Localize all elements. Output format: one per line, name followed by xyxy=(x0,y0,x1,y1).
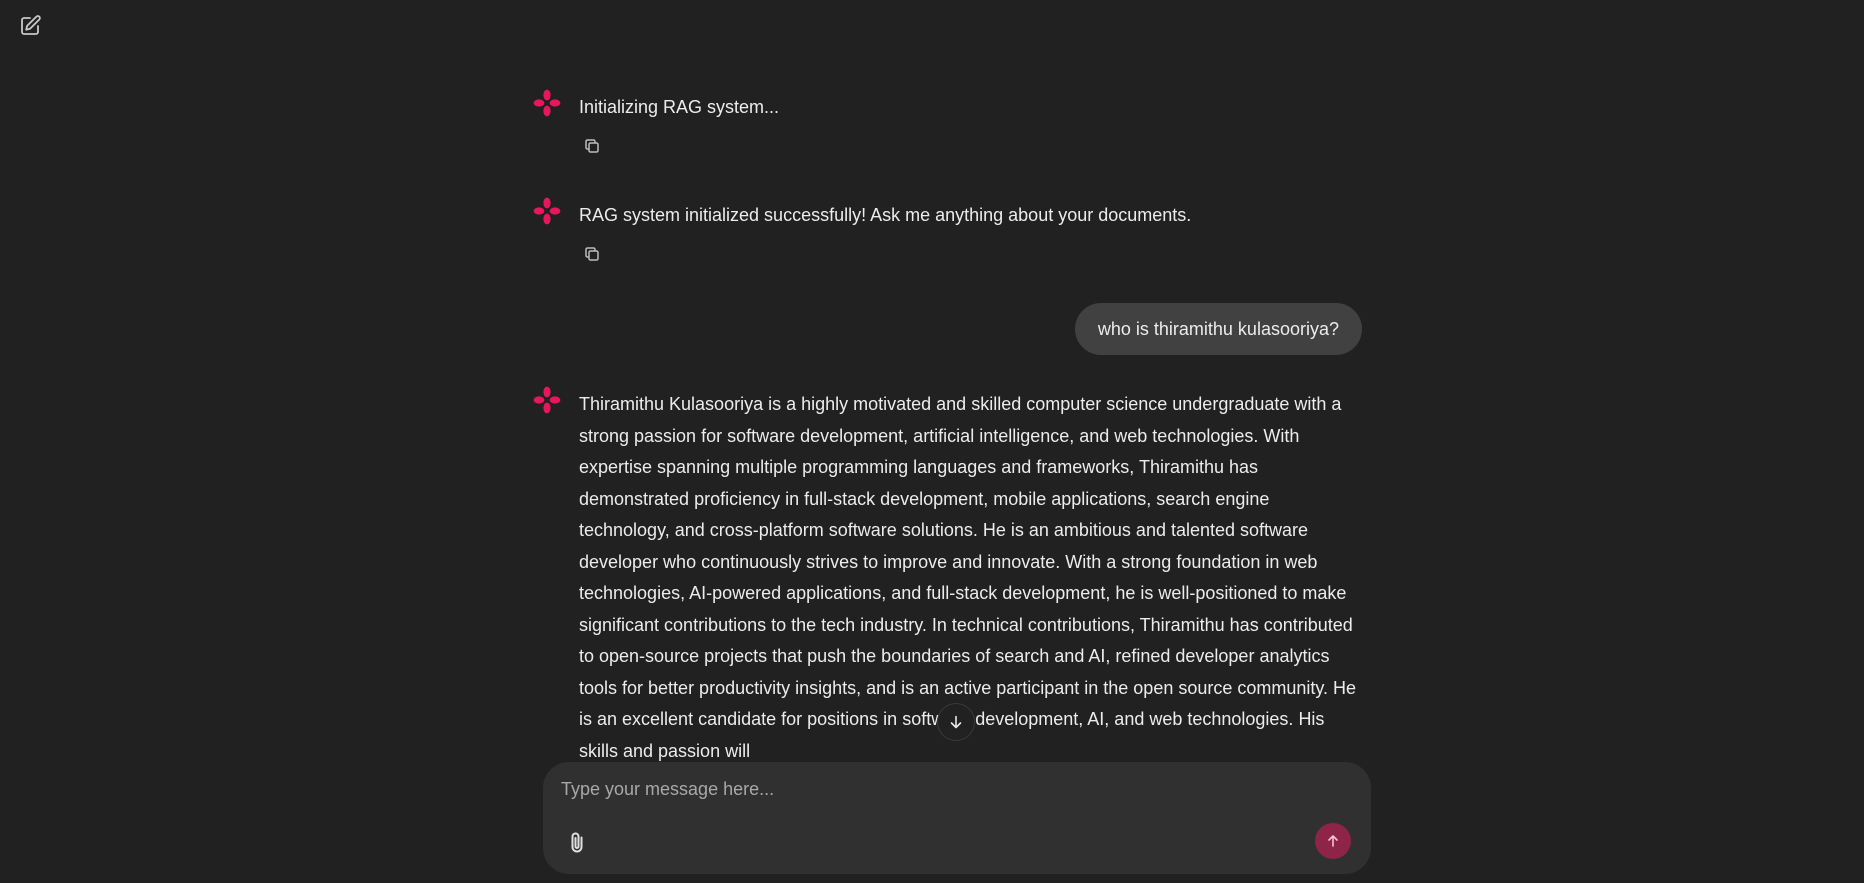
assistant-message-text: RAG system initialized successfully! Ask… xyxy=(579,205,1192,225)
arrow-up-icon xyxy=(1328,835,1338,847)
attach-file-button[interactable] xyxy=(561,827,593,859)
chat-app: Initializing RAG system... RAG system in… xyxy=(0,0,1864,883)
user-message-bubble: who is thiramithu kulasooriya? xyxy=(1074,303,1362,355)
app-logo-icon xyxy=(533,89,561,117)
assistant-message: Initializing RAG system... xyxy=(532,88,1362,168)
assistant-avatar xyxy=(532,385,562,415)
message-composer xyxy=(543,762,1371,874)
message-thread[interactable]: Initializing RAG system... RAG system in… xyxy=(0,0,1864,762)
user-message-text: who is thiramithu kulasooriya? xyxy=(1097,319,1339,339)
copy-button[interactable] xyxy=(580,242,604,266)
assistant-message: RAG system initialized successfully! Ask… xyxy=(532,196,1362,276)
message-input[interactable] xyxy=(561,772,1351,806)
send-button[interactable] xyxy=(1315,823,1351,859)
assistant-avatar xyxy=(532,88,562,118)
assistant-avatar xyxy=(532,196,562,226)
copy-button[interactable] xyxy=(580,134,604,158)
paperclip-icon xyxy=(571,832,583,853)
app-logo-icon xyxy=(533,386,561,414)
arrow-down-icon xyxy=(950,715,962,729)
copy-icon xyxy=(585,139,599,153)
assistant-message-text: Thiramithu Kulasooriya is a highly motiv… xyxy=(579,394,1357,761)
copy-icon xyxy=(585,247,599,261)
app-logo-icon xyxy=(533,197,561,225)
assistant-message-text: Initializing RAG system... xyxy=(579,97,780,117)
scroll-to-bottom-button[interactable] xyxy=(937,703,975,741)
